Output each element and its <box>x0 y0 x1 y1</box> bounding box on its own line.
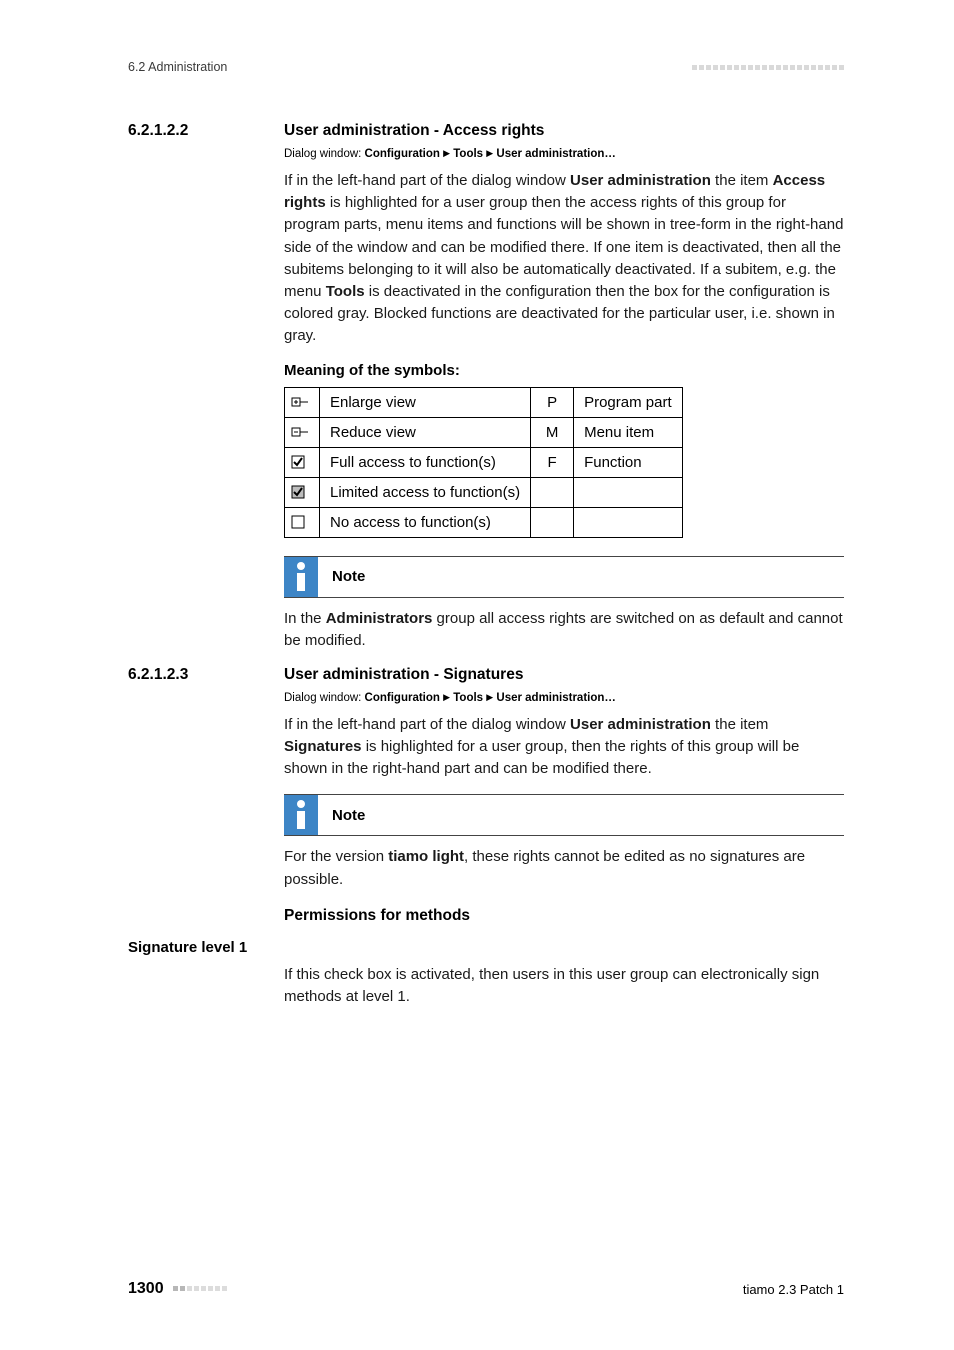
section-title: User administration - Access rights <box>284 122 544 140</box>
chevron-right-icon: ▶ <box>486 148 493 158</box>
footer-left: 1300 <box>128 1280 227 1298</box>
dialog-part: Tools <box>453 148 483 160</box>
dialog-part: Tools <box>453 692 483 704</box>
symbol-meaning: Program part <box>574 387 683 417</box>
table-row: Enlarge view P Program part <box>285 387 683 417</box>
symbol-desc: No access to function(s) <box>320 507 531 537</box>
product-name: tiamo 2.3 Patch 1 <box>743 1282 844 1297</box>
permissions-heading: Permissions for methods <box>284 907 844 925</box>
chevron-right-icon: ▶ <box>443 148 450 158</box>
symbol-letter: F <box>531 447 574 477</box>
symbols-table: Enlarge view P Program part Reduce view … <box>284 387 683 538</box>
dialog-part: Configuration <box>365 692 440 704</box>
table-row: Full access to function(s) F Function <box>285 447 683 477</box>
note-text: In the Administrators group all access r… <box>284 608 844 652</box>
dialog-prefix: Dialog window: <box>284 692 365 704</box>
symbol-letter: P <box>531 387 574 417</box>
symbol-meaning <box>574 477 683 507</box>
reduce-tree-icon <box>285 417 320 447</box>
table-row: Reduce view M Menu item <box>285 417 683 447</box>
chevron-right-icon: ▶ <box>443 692 450 702</box>
body-paragraph: If in the left-hand part of the dialog w… <box>284 170 844 348</box>
symbol-letter <box>531 507 574 537</box>
info-icon <box>284 557 318 597</box>
note-label: Note <box>332 568 365 585</box>
footer-decoration <box>173 1286 227 1291</box>
section-heading: 6.2.1.2.2 User administration - Access r… <box>128 122 844 140</box>
checkbox-checked-icon <box>285 447 320 477</box>
body-paragraph: If in the left-hand part of the dialog w… <box>284 714 844 781</box>
dialog-part: Configuration <box>365 148 440 160</box>
chevron-right-icon: ▶ <box>486 692 493 702</box>
note-text: For the version tiamo light, these right… <box>284 846 844 890</box>
symbol-meaning: Function <box>574 447 683 477</box>
symbol-desc: Reduce view <box>320 417 531 447</box>
enlarge-tree-icon <box>285 387 320 417</box>
section-number: 6.2.1.2.3 <box>128 666 284 684</box>
dialog-path: Dialog window: Configuration ▶ Tools ▶ U… <box>284 148 844 160</box>
symbol-desc: Full access to function(s) <box>320 447 531 477</box>
signature-text: If this check box is activated, then use… <box>284 964 844 1008</box>
page-footer: 1300 tiamo 2.3 Patch 1 <box>128 1280 844 1298</box>
section-title: User administration - Signatures <box>284 666 523 684</box>
checkbox-empty-icon <box>285 507 320 537</box>
info-icon <box>284 795 318 835</box>
symbol-desc: Limited access to function(s) <box>320 477 531 507</box>
symbol-letter <box>531 477 574 507</box>
note-block: Note For the version tiamo light, these … <box>284 794 844 890</box>
dialog-part: User administration… <box>496 692 616 704</box>
header-decoration <box>692 65 844 70</box>
page-header: 6.2 Administration <box>128 60 844 74</box>
dialog-prefix: Dialog window: <box>284 148 365 160</box>
table-row: No access to function(s) <box>285 507 683 537</box>
symbol-meaning <box>574 507 683 537</box>
checkbox-partial-icon <box>285 477 320 507</box>
section-heading: 6.2.1.2.3 User administration - Signatur… <box>128 666 844 684</box>
section-number: 6.2.1.2.2 <box>128 122 284 140</box>
signature-level-label: Signature level 1 <box>128 939 844 956</box>
dialog-part: User administration… <box>496 148 616 160</box>
symbols-heading: Meaning of the symbols: <box>284 362 844 379</box>
note-block: Note In the Administrators group all acc… <box>284 556 844 652</box>
symbol-letter: M <box>531 417 574 447</box>
dialog-path: Dialog window: Configuration ▶ Tools ▶ U… <box>284 692 844 704</box>
header-section-label: 6.2 Administration <box>128 60 227 74</box>
page-number: 1300 <box>128 1280 164 1297</box>
symbol-meaning: Menu item <box>574 417 683 447</box>
symbol-desc: Enlarge view <box>320 387 531 417</box>
note-label: Note <box>332 807 365 824</box>
table-row: Limited access to function(s) <box>285 477 683 507</box>
